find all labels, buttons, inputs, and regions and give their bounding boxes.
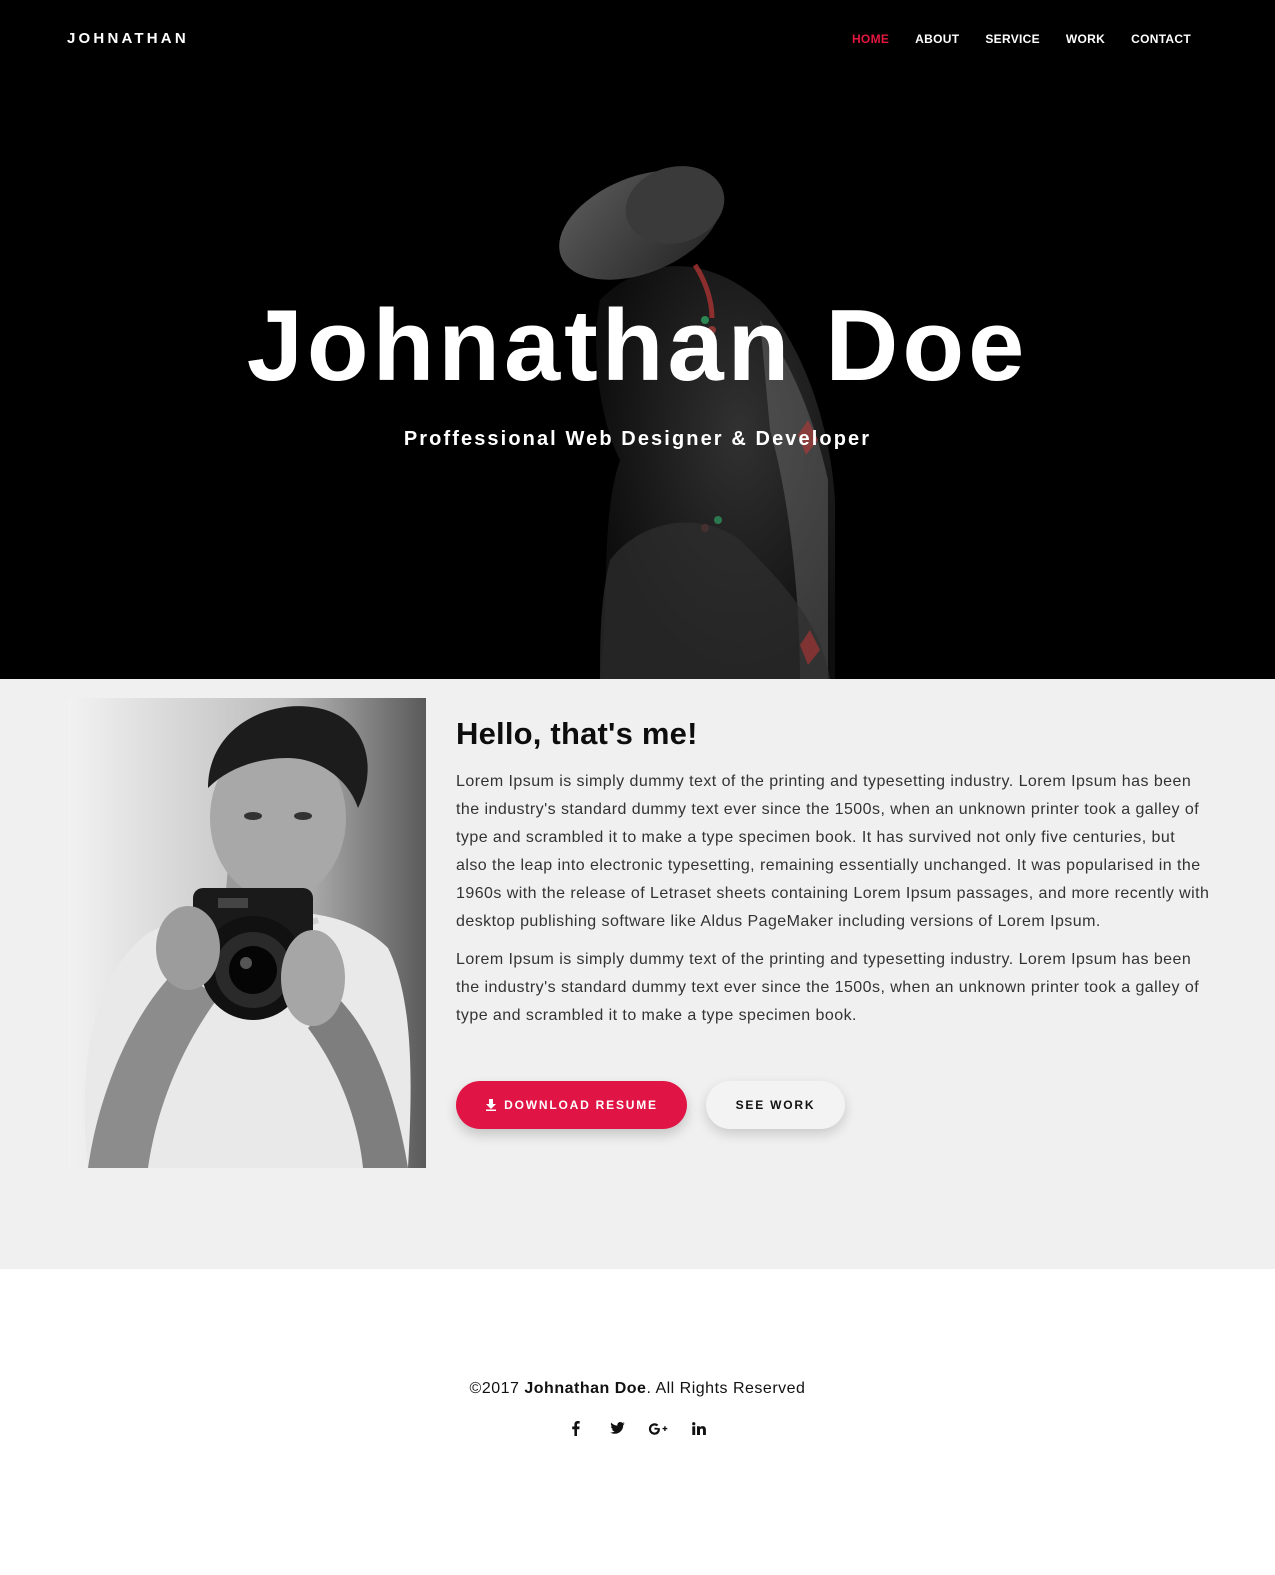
social-links [0, 1419, 1275, 1437]
about-paragraph-1: Lorem Ipsum is simply dummy text of the … [456, 773, 1210, 931]
download-resume-button[interactable]: DOWNLOAD RESUME [456, 1081, 687, 1129]
hero-title: Johnathan Doe [246, 290, 1029, 402]
navbar: JOHNATHAN HOME ABOUT SERVICE WORK CONTAC… [0, 0, 1275, 80]
copyright-suffix: . All Rights Reserved [646, 1380, 806, 1397]
nav-item-contact[interactable]: CONTACT [1131, 32, 1191, 46]
footer: ©2017 Johnathan Doe. All Rights Reserved [0, 1269, 1275, 1575]
nav-item-home[interactable]: HOME [852, 32, 889, 46]
nav-menu: HOME ABOUT SERVICE WORK CONTACT [826, 32, 1191, 46]
copyright-name: Johnathan Doe [524, 1380, 647, 1397]
hero-subtitle: Proffessional Web Designer & Developer [403, 428, 872, 450]
about-section: Hello, that's me! Lorem Ipsum is simply … [0, 679, 1275, 1269]
about-buttons: DOWNLOAD RESUME SEE WORK [456, 1081, 845, 1129]
linkedin-icon[interactable] [679, 1419, 720, 1437]
copyright-prefix: ©2017 [469, 1380, 525, 1397]
google-plus-icon[interactable] [638, 1419, 679, 1437]
nav-item-work[interactable]: WORK [1066, 32, 1105, 46]
copyright-text: ©2017 Johnathan Doe. All Rights Reserved [0, 1380, 1275, 1398]
download-icon [486, 1099, 497, 1111]
nav-item-about[interactable]: ABOUT [915, 32, 959, 46]
about-heading: Hello, that's me! [456, 716, 698, 751]
portrait-photo [68, 698, 426, 1168]
see-work-button[interactable]: SEE WORK [706, 1081, 845, 1129]
brand-logo[interactable]: JOHNATHAN [67, 30, 189, 47]
about-paragraph-2: Lorem Ipsum is simply dummy text of the … [456, 951, 1200, 1025]
about-content: Hello, that's me! Lorem Ipsum is simply … [456, 715, 1211, 1040]
see-work-label: SEE WORK [735, 1098, 816, 1112]
download-resume-label: DOWNLOAD RESUME [504, 1098, 658, 1112]
hero-section: JOHNATHAN HOME ABOUT SERVICE WORK CONTAC… [0, 0, 1275, 679]
facebook-icon[interactable] [556, 1419, 597, 1437]
nav-item-service[interactable]: SERVICE [985, 32, 1040, 46]
twitter-icon[interactable] [597, 1419, 638, 1437]
